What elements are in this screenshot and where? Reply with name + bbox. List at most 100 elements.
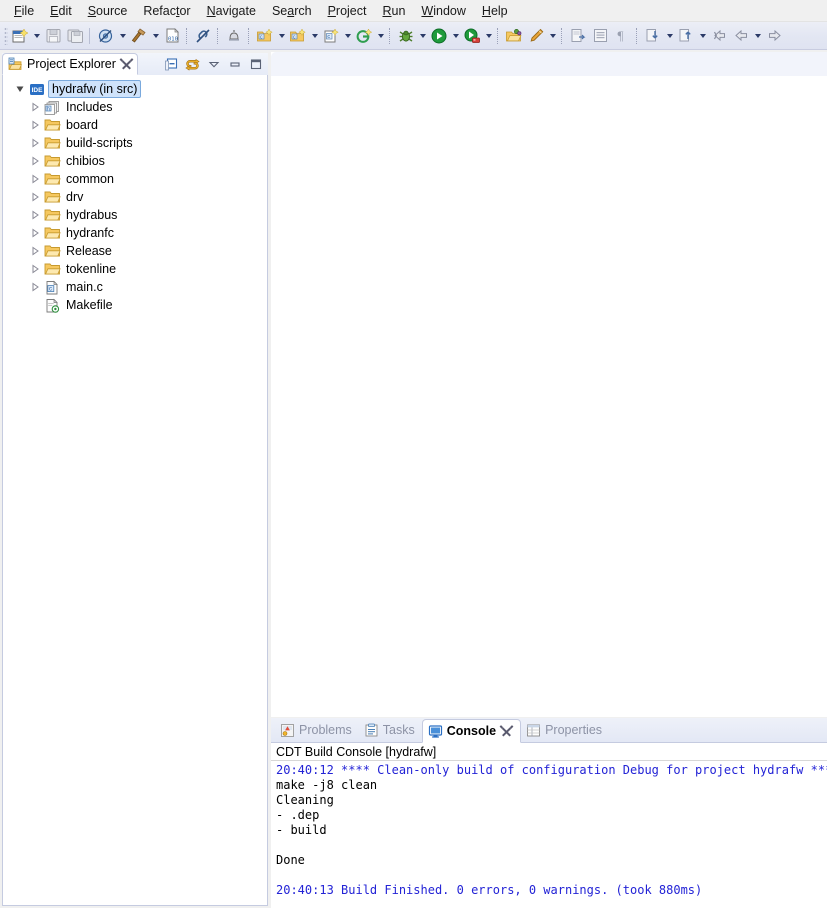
previous-annotation-icon[interactable] [675, 25, 697, 47]
menu-item-help[interactable]: Help [474, 2, 516, 20]
menu-item-project[interactable]: Project [320, 2, 375, 20]
back-dropdown-arrow[interactable] [752, 25, 763, 47]
close-icon[interactable] [500, 725, 513, 738]
tree-item-hydrafw-in-src[interactable]: IDEhydrafw (in src) [3, 80, 267, 98]
tree-item-hydranfc[interactable]: hydranfc [3, 224, 267, 242]
new-c-folder-dropdown-arrow[interactable] [309, 25, 320, 47]
twisty-collapsed-icon[interactable] [27, 278, 43, 296]
tree-item-drv[interactable]: drv [3, 188, 267, 206]
menu-item-window[interactable]: Window [413, 2, 473, 20]
new-c-file-icon[interactable]: c [320, 25, 342, 47]
console-output[interactable]: 20:40:12 **** Clean-only build of config… [271, 761, 827, 908]
tree-item-release[interactable]: Release [3, 242, 267, 260]
tree-item-main-c[interactable]: cmain.c [3, 278, 267, 296]
tree-item-hydrabus[interactable]: hydrabus [3, 206, 267, 224]
tab-label: Problems [299, 723, 352, 737]
tab-console[interactable]: Console [422, 719, 521, 743]
toolbar-grip[interactable] [4, 27, 8, 45]
build-dropdown-arrow[interactable] [150, 25, 161, 47]
next-annotation-icon[interactable] [642, 25, 664, 47]
marker-dropdown-arrow[interactable] [547, 25, 558, 47]
toolbar-separator [636, 28, 639, 44]
new-c-project-icon[interactable]: c [254, 25, 276, 47]
console-line: 20:40:13 Build Finished. 0 errors, 0 war… [276, 883, 827, 898]
editor-body[interactable] [271, 76, 827, 717]
menu-item-refactor[interactable]: Refactor [135, 2, 198, 20]
export-icon[interactable] [567, 25, 589, 47]
new-wizard-icon[interactable] [9, 25, 31, 47]
run-icon[interactable] [428, 25, 450, 47]
tab-problems[interactable]: Problems [275, 718, 359, 742]
build-hammer-icon[interactable] [128, 25, 150, 47]
skip-breakpoints-dropdown-arrow[interactable] [117, 25, 128, 47]
open-resource-icon[interactable] [503, 25, 525, 47]
tab-project-explorer[interactable]: Project Explorer [2, 53, 138, 75]
tree-item-makefile[interactable]: Makefile [3, 296, 267, 314]
run-dropdown-arrow[interactable] [450, 25, 461, 47]
new-c-project-dropdown-arrow[interactable] [276, 25, 287, 47]
toolbar-separator [217, 28, 220, 44]
menu-item-navigate[interactable]: Navigate [199, 2, 264, 20]
twisty-collapsed-icon[interactable] [27, 98, 43, 116]
back-icon[interactable] [730, 25, 752, 47]
tree-item-tokenline[interactable]: tokenline [3, 260, 267, 278]
skip-all-breakpoints-icon[interactable] [95, 25, 117, 47]
twisty-collapsed-icon[interactable] [27, 170, 43, 188]
console-line: make -j8 clean [276, 778, 827, 793]
tab-tasks[interactable]: Tasks [359, 718, 422, 742]
last-edit-location-icon[interactable] [708, 25, 730, 47]
bell-icon[interactable] [223, 25, 245, 47]
outline-icon[interactable] [589, 25, 611, 47]
new-class-dropdown-arrow[interactable] [375, 25, 386, 47]
menu-item-search[interactable]: Search [264, 2, 320, 20]
external-tools-dropdown-arrow[interactable] [483, 25, 494, 47]
tree-item-board[interactable]: board [3, 116, 267, 134]
twisty-collapsed-icon[interactable] [27, 188, 43, 206]
next-annotation-dropdown-arrow[interactable] [664, 25, 675, 47]
tree-item-label: hydrafw (in src) [48, 80, 141, 98]
menu-item-file[interactable]: File [6, 2, 42, 20]
tree-item-label: board [64, 117, 100, 133]
close-icon[interactable] [120, 58, 133, 71]
twisty-collapsed-icon[interactable] [27, 242, 43, 260]
toolbar-separator [89, 28, 92, 44]
external-tools-icon[interactable] [461, 25, 483, 47]
menu-item-run[interactable]: Run [374, 2, 413, 20]
twisty-expanded-icon[interactable] [12, 80, 28, 98]
menu-item-source[interactable]: Source [80, 2, 136, 20]
pilcrow-icon[interactable]: ¶ [611, 25, 633, 47]
debug-dropdown-arrow[interactable] [417, 25, 428, 47]
twisty-collapsed-icon[interactable] [27, 224, 43, 242]
debug-icon[interactable] [395, 25, 417, 47]
maximize-button[interactable] [245, 54, 266, 74]
tree-item-chibios[interactable]: chibios [3, 152, 267, 170]
menu-item-edit[interactable]: Edit [42, 2, 80, 20]
unlink-icon[interactable] [192, 25, 214, 47]
project-tree[interactable]: IDEhydrafw (in src)hIncludesboardbuild-s… [3, 76, 267, 905]
new-c-file-dropdown-arrow[interactable] [342, 25, 353, 47]
forward-icon[interactable] [763, 25, 785, 47]
new-dropdown-arrow[interactable] [31, 25, 42, 47]
problems-icon [280, 723, 295, 738]
link-with-editor-button[interactable] [182, 54, 203, 74]
collapse-all-button[interactable] [161, 54, 182, 74]
minimize-button[interactable] [224, 54, 245, 74]
tree-item-includes[interactable]: hIncludes [3, 98, 267, 116]
save-all-icon[interactable] [64, 25, 86, 47]
binary-file-icon[interactable]: 010 [161, 25, 183, 47]
console-line [276, 838, 827, 853]
twisty-collapsed-icon[interactable] [27, 260, 43, 278]
marker-icon[interactable] [525, 25, 547, 47]
twisty-collapsed-icon[interactable] [27, 134, 43, 152]
previous-annotation-dropdown-arrow[interactable] [697, 25, 708, 47]
twisty-collapsed-icon[interactable] [27, 152, 43, 170]
tab-properties[interactable]: Properties [521, 718, 609, 742]
new-class-icon[interactable] [353, 25, 375, 47]
twisty-collapsed-icon[interactable] [27, 116, 43, 134]
tree-item-common[interactable]: common [3, 170, 267, 188]
save-icon[interactable] [42, 25, 64, 47]
view-menu-button[interactable] [203, 54, 224, 74]
tree-item-build-scripts[interactable]: build-scripts [3, 134, 267, 152]
new-c-folder-icon[interactable]: c [287, 25, 309, 47]
twisty-collapsed-icon[interactable] [27, 206, 43, 224]
